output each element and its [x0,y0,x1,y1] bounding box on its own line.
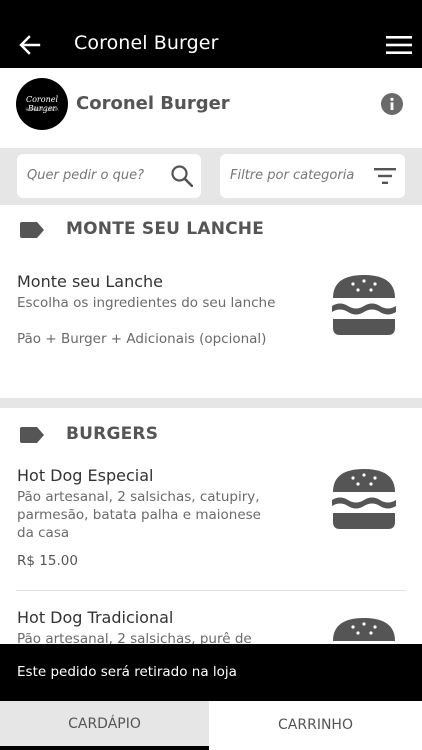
page-title: Coronel Burger [74,32,219,54]
store-name: Coronel Burger [76,93,230,114]
burger-icon [332,469,396,529]
item-description: Pão artesanal, 2 salsichas, purê de bata… [17,631,252,644]
section-header: MONTE SEU LANCHE [0,205,422,255]
section-divider [0,398,422,408]
tag-icon [20,427,44,443]
logo-subtext: HAMBURGUERIA [25,107,59,112]
burger-icon [332,275,396,335]
menu-list[interactable]: MONTE SEU LANCHE Monte seu Lanche Escolh… [0,205,422,644]
store-header: Coronel Burger HAMBURGUERIA Coronel Burg… [0,68,422,148]
filter-icon[interactable] [374,168,396,184]
item-name: Hot Dog Tradicional [17,608,174,627]
menu-item[interactable]: Hot Dog Especial Pão artesanal, 2 salsic… [16,450,406,591]
search-icon[interactable] [171,165,193,187]
hamburger-menu-icon[interactable] [386,35,412,55]
category-filter[interactable]: Filtre por categoria [220,154,405,198]
section-title: BURGERS [66,424,159,444]
menu-item[interactable]: Monte seu Lanche Escolha os ingredientes… [16,255,406,398]
store-logo: Coronel Burger HAMBURGUERIA [16,78,68,130]
info-icon[interactable] [381,93,403,115]
notice-text: Este pedido será retirado na loja [17,664,237,680]
item-price: R$ 15.00 [17,553,78,569]
category-placeholder: Filtre por categoria [230,168,355,183]
tab-carrinho[interactable]: CARRINHO [209,701,422,750]
bottom-tabs: CARDÁPIO CARRINHO [0,701,422,750]
search-input[interactable]: Quer pedir o que? [17,154,201,198]
tab-cardapio[interactable]: CARDÁPIO [0,701,209,750]
menu-item[interactable]: Hot Dog Tradicional Pão artesanal, 2 sal… [16,591,406,644]
burger-icon [333,618,395,641]
item-note: Pão + Burger + Adicionais (opcional) [17,331,267,347]
item-name: Monte seu Lanche [17,272,163,291]
item-description: Escolha os ingredientes do seu lanche [17,295,276,311]
item-name: Hot Dog Especial [17,466,154,485]
item-description: Pão artesanal, 2 salsichas, catupiry, pa… [17,489,261,541]
search-placeholder: Quer pedir o que? [27,168,145,183]
tag-icon [20,222,44,238]
section-header: BURGERS [0,408,422,450]
app-header: Coronel Burger [0,0,422,68]
pickup-notice: Este pedido será retirado na loja [0,644,422,701]
filter-bar: Quer pedir o que? Filtre por categoria [0,148,422,205]
section-title: MONTE SEU LANCHE [66,219,265,239]
arrow-left-icon[interactable] [18,33,42,57]
